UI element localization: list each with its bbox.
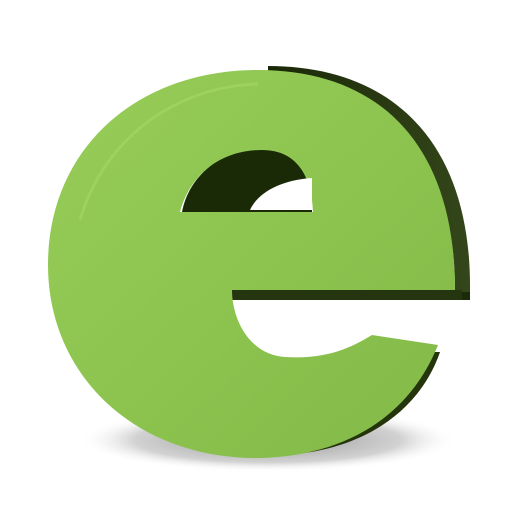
letter-e-icon bbox=[48, 66, 471, 472]
icon-canvas bbox=[0, 0, 512, 512]
letter-face bbox=[48, 70, 455, 459]
